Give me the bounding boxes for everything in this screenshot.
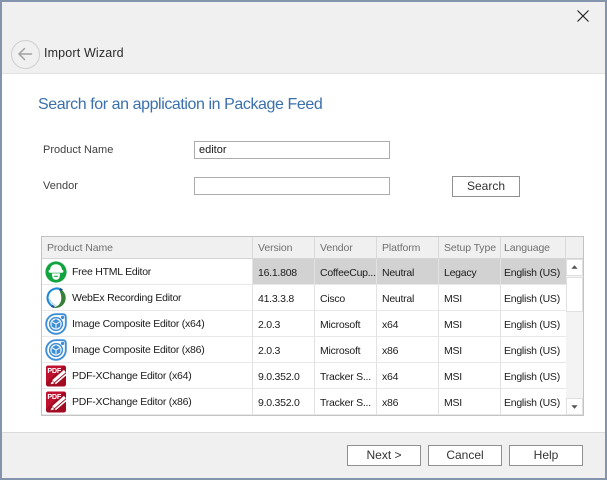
svg-text:PDF: PDF bbox=[47, 391, 61, 400]
svg-text:PDF: PDF bbox=[47, 365, 61, 374]
